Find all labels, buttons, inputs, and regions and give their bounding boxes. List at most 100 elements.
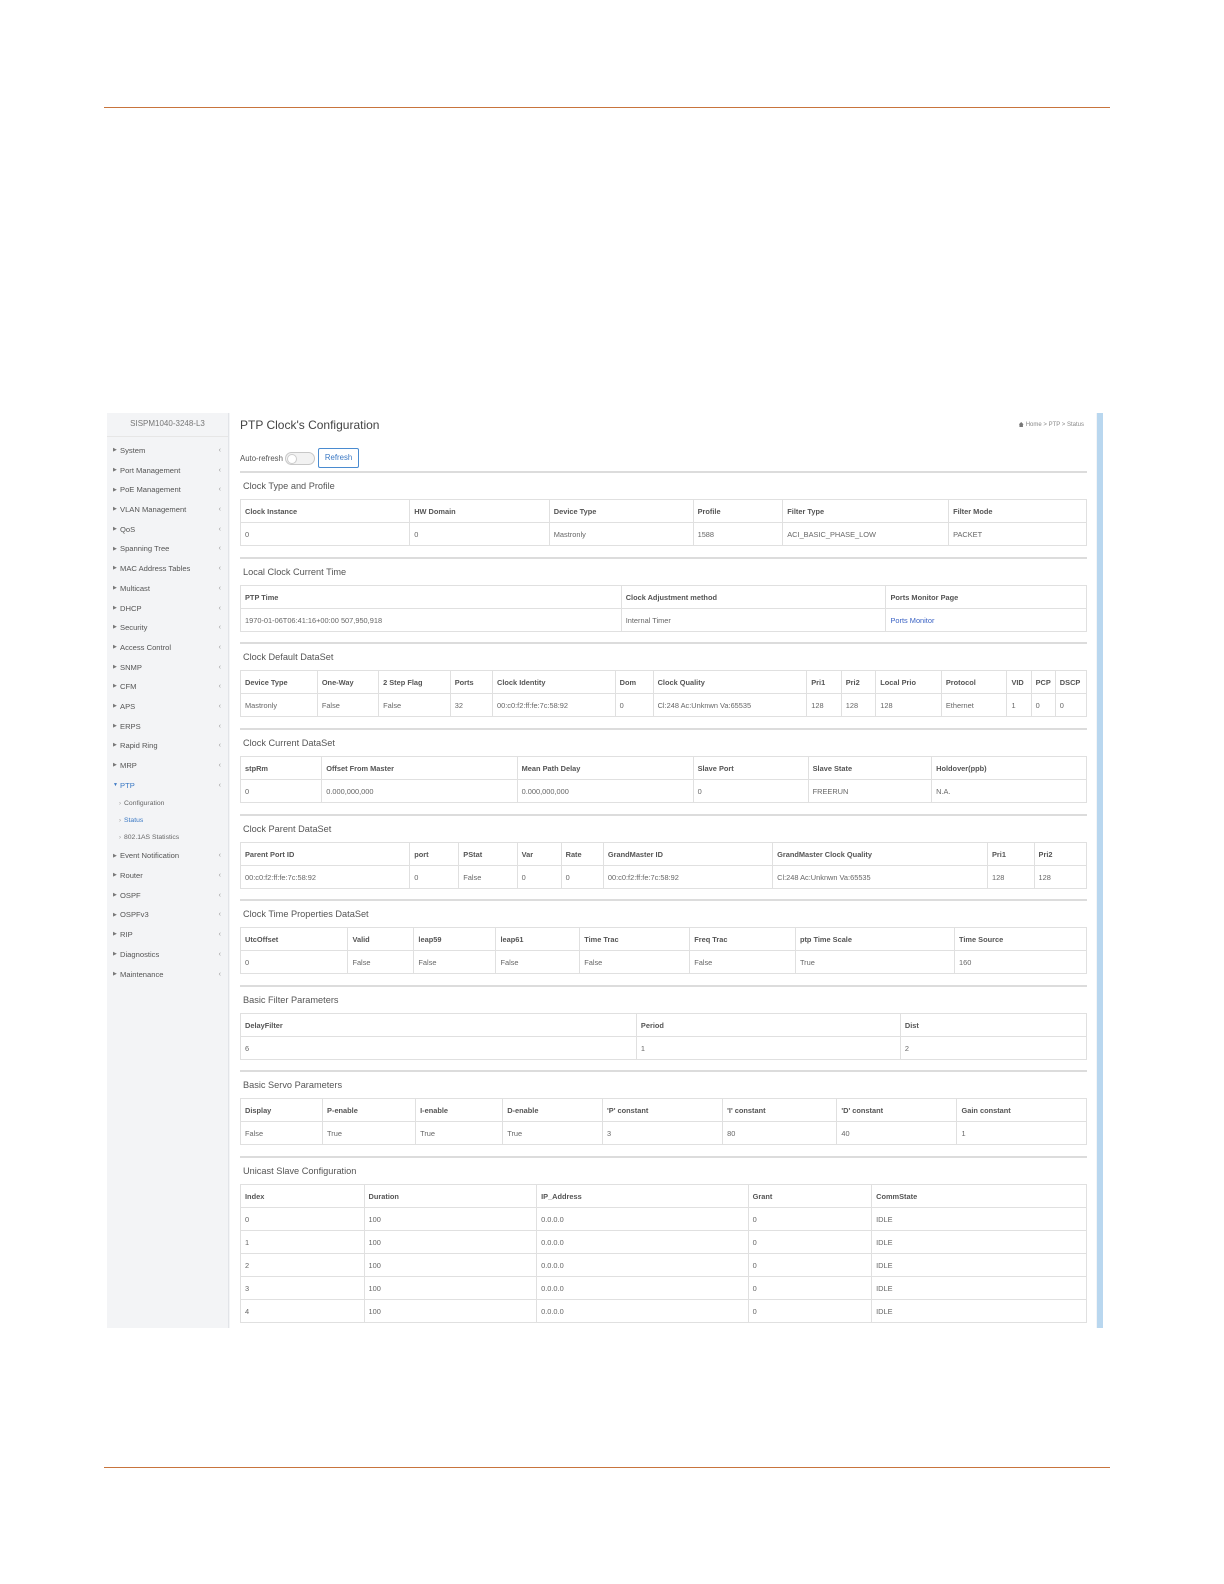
section-title: Local Clock Current Time xyxy=(240,557,1087,585)
default-ds-table: Device Type One-Way 2 Step Flag Ports Clock … xyxy=(240,670,1088,717)
cell-gain-constant: 1 xyxy=(956,1121,1087,1145)
chevron-left-icon: ‹ xyxy=(218,486,221,494)
sidebar-item-mac-address-tables[interactable]: ▶ MAC Address Tables ‹ xyxy=(107,559,228,579)
column-header-duration: Duration xyxy=(363,1184,538,1208)
sidebar-item-event-notification[interactable]: ▶ Event Notification ‹ xyxy=(107,846,228,866)
column-header-clock-instance: Clock Instance xyxy=(239,499,411,523)
auto-refresh-toggle[interactable] xyxy=(284,451,315,465)
sidebar-item-port-management[interactable]: ▶ Port Management ‹ xyxy=(107,461,228,481)
column-header-hw-domain: HW Domain xyxy=(409,499,550,523)
column-header-time-source: Time Source xyxy=(953,927,1088,951)
sidebar-item-security[interactable]: ▶ Security ‹ xyxy=(107,618,228,638)
sidebar-item-rip[interactable]: ▶ RIP ‹ xyxy=(107,925,228,945)
column-header-local-prio: Local Prio xyxy=(875,670,942,694)
column-header-clock-quality: Clock Quality xyxy=(652,670,808,694)
sidebar-item-diagnostics[interactable]: ▶ Diagnostics ‹ xyxy=(107,945,228,965)
sidebar-item-label: System xyxy=(120,446,146,455)
sidebar-item-poe-management[interactable]: ▶ PoE Management ‹ xyxy=(107,480,228,500)
cell-profile: 1588 xyxy=(692,522,784,546)
sidebar-subitem-status[interactable]: › Status xyxy=(107,812,228,829)
unicast-slave-table: Index Duration IP_Address Grant CommState 0 10… xyxy=(240,1184,1087,1323)
clock-type-table: Clock Instance HW Domain Device Type Profil… xyxy=(239,499,1087,546)
caret-right-icon: ▶ xyxy=(113,486,117,493)
section-title: Unicast Slave Configuration xyxy=(240,1156,1087,1184)
cell-index: 2 xyxy=(240,1253,365,1277)
column-header-ip-address: IP_Address xyxy=(536,1184,749,1208)
cell-index: 4 xyxy=(240,1299,365,1323)
sidebar-item-ptp[interactable]: ▼ PTP ‹ xyxy=(107,776,228,796)
column-header-ptp-time-scale: ptp Time Scale xyxy=(794,927,955,951)
caret-right-icon: ▶ xyxy=(113,663,117,670)
sidebar-item-mrp[interactable]: ▶ MRP ‹ xyxy=(107,756,228,776)
sidebar-item-ospfv3[interactable]: ▶ OSPFv3 ‹ xyxy=(107,905,228,925)
sidebar-item-spanning-tree[interactable]: ▶ Spanning Tree ‹ xyxy=(107,539,228,559)
sidebar-item-maintenance[interactable]: ▶ Maintenance ‹ xyxy=(107,965,228,985)
sidebar-item-access-control[interactable]: ▶ Access Control ‹ xyxy=(107,638,228,658)
caret-right-icon: ▶ xyxy=(113,466,117,473)
sidebar-item-ospf[interactable]: ▶ OSPF ‹ xyxy=(107,886,228,906)
sidebar-item-cfm[interactable]: ▶ CFM ‹ xyxy=(107,677,228,697)
cell-dist: 2 xyxy=(899,1036,1088,1060)
refresh-button[interactable]: Refresh xyxy=(317,448,360,468)
table-row: 0 0 Mastronly 1588 ACI_BASIC_PHASE_LOW PACKET xyxy=(239,522,1087,546)
breadcrumb-home[interactable]: Home xyxy=(1026,422,1042,428)
cell-clock-adjustment-method: Internal Timer xyxy=(620,608,887,632)
table-header-row: Display P-enable I-enable D-enable 'P' const… xyxy=(239,1098,1087,1122)
chevron-left-icon: ‹ xyxy=(218,852,221,860)
sidebar-item-label: DHCP xyxy=(120,603,142,613)
screenshot-frame: SISPM1040-3248-L3 ▶ System ‹ ▶ Port Manageme… xyxy=(107,413,1103,1328)
column-header-vid: VID xyxy=(1006,670,1032,694)
table-row: 0 False False False False False True 160 xyxy=(239,950,1088,974)
column-header-ports: Ports xyxy=(449,670,494,694)
cell-pri2: 128 xyxy=(1033,865,1088,889)
cell-protocol: Ethernet xyxy=(940,693,1008,717)
column-header-var: Var xyxy=(516,842,562,866)
caret-down-icon: ▼ xyxy=(113,781,118,788)
section-parent-ds: Clock Parent DataSet Parent Port ID port P… xyxy=(239,814,1088,889)
caret-right-icon: ▶ xyxy=(113,624,117,631)
sidebar-subitem-configuration[interactable]: › Configuration xyxy=(107,795,228,812)
column-header-ptp-time: PTP Time xyxy=(240,585,622,609)
ports-monitor-link[interactable]: Ports Monitor xyxy=(885,608,1087,632)
sidebar-item-label: RIP xyxy=(120,930,133,940)
table-row: 2 100 0.0.0.0 0 IDLE xyxy=(240,1253,1087,1277)
column-header-grant: Grant xyxy=(747,1184,873,1208)
sidebar-item-erps[interactable]: ▶ ERPS ‹ xyxy=(107,717,228,737)
cell-ip-address: 0.0.0.0 xyxy=(536,1230,749,1254)
chevron-left-icon: ‹ xyxy=(218,872,221,880)
cell-vid: 1 xyxy=(1006,693,1032,717)
cell-commstate: IDLE xyxy=(871,1299,1087,1323)
sidebar-item-router[interactable]: ▶ Router ‹ xyxy=(107,866,228,886)
chevron-left-icon: ‹ xyxy=(218,970,221,978)
scrollbar[interactable] xyxy=(1097,413,1103,1328)
sidebar-item-aps[interactable]: ▶ APS ‹ xyxy=(107,697,228,717)
sidebar-item-vlan-management[interactable]: ▶ VLAN Management ‹ xyxy=(107,500,228,520)
local-clock-table: PTP Time Clock Adjustment method Ports Mon… xyxy=(240,585,1087,632)
sidebar-item-qos[interactable]: ▶ QoS ‹ xyxy=(107,520,228,540)
cell-grant: 0 xyxy=(747,1299,873,1323)
sidebar-item-label: ERPS xyxy=(120,721,141,731)
breadcrumb-ptp[interactable]: PTP xyxy=(1049,422,1061,428)
cell-commstate: IDLE xyxy=(871,1230,1087,1254)
servo-params-table: Display P-enable I-enable D-enable 'P' const… xyxy=(239,1098,1087,1145)
cell-leap59: False xyxy=(413,950,497,974)
sidebar-item-system[interactable]: ▶ System ‹ xyxy=(107,441,228,461)
sidebar-item-label: Spanning Tree xyxy=(120,544,170,554)
sidebar-subitem-802-1as-statistics[interactable]: › 802.1AS Statistics xyxy=(107,829,228,846)
sidebar-item-dhcp[interactable]: ▶ DHCP ‹ xyxy=(107,599,228,619)
cell-local-prio: 128 xyxy=(875,693,942,717)
sidebar-subitem-label: Status xyxy=(124,817,144,825)
sidebar-item-multicast[interactable]: ▶ Multicast ‹ xyxy=(107,579,228,599)
table-header-row: Parent Port ID port PStat Var Rate GrandMaste… xyxy=(239,842,1088,866)
caret-right-icon: ▶ xyxy=(113,447,117,454)
chevron-left-icon: ‹ xyxy=(218,931,221,939)
page-header-rule xyxy=(104,107,1110,108)
sidebar-item-rapid-ring[interactable]: ▶ Rapid Ring ‹ xyxy=(107,736,228,756)
cell-valid: False xyxy=(347,950,415,974)
sidebar-item-snmp[interactable]: ▶ SNMP ‹ xyxy=(107,658,228,678)
cell-grant: 0 xyxy=(747,1276,873,1300)
refresh-controls: Auto-refresh Refresh xyxy=(240,448,360,468)
column-header-device-type: Device Type xyxy=(548,499,694,523)
cell-ip-address: 0.0.0.0 xyxy=(536,1253,749,1277)
cell-device-type: Mastronly xyxy=(548,522,694,546)
